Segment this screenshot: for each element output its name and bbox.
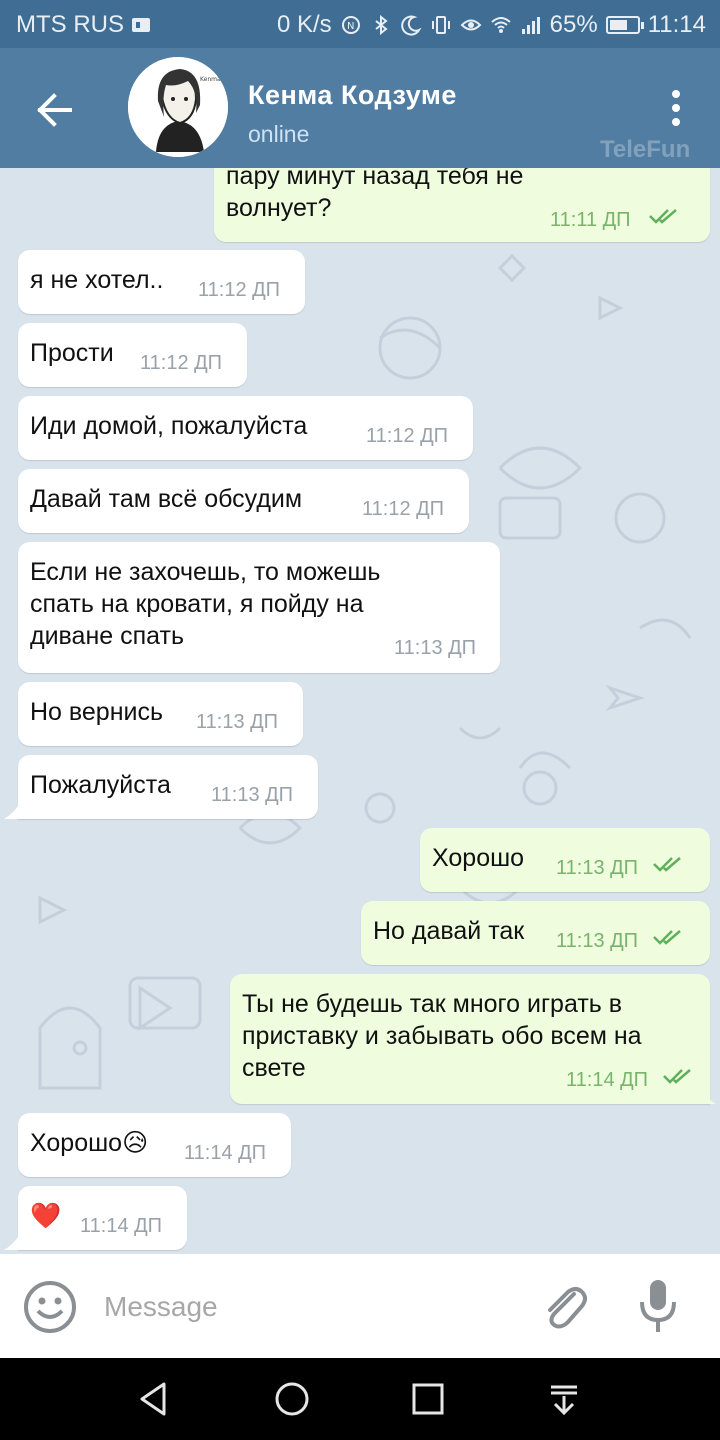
message-text: Иди домой, пожалуйста <box>30 412 308 440</box>
read-double-check-icon <box>649 209 677 224</box>
message-time: 11:12 ДП <box>362 498 445 520</box>
message-bubble-incoming[interactable]: Давай там всё обсудим 11:12 ДП <box>18 469 469 533</box>
read-double-check-icon <box>653 930 681 945</box>
status-bar: MTS RUS 0 K/s N 65% 11:14 <box>0 0 720 48</box>
signal-icon <box>521 17 540 34</box>
read-double-check-icon <box>663 1069 691 1084</box>
microphone-icon[interactable] <box>632 1276 684 1336</box>
attach-paperclip-icon[interactable] <box>536 1278 592 1334</box>
contact-avatar[interactable]: Kenma <box>128 57 228 157</box>
svg-text:N: N <box>347 21 354 32</box>
vibrate-icon <box>431 16 450 34</box>
message-time: 11:13 ДП <box>556 930 639 952</box>
message-text: ❤️ <box>30 1202 62 1230</box>
contact-status: online <box>248 121 310 147</box>
message-bubble-incoming[interactable]: Хорошо😥 11:14 ДП <box>18 1113 291 1177</box>
nav-home-circle-icon[interactable] <box>271 1378 313 1420</box>
nav-notifications-pulldown-icon[interactable] <box>543 1378 585 1420</box>
message-bubble-outgoing[interactable]: Ты не будешь так много играть в приставк… <box>230 974 710 1104</box>
bubble-tail <box>4 1234 20 1250</box>
read-double-check-icon <box>653 857 681 872</box>
wifi-icon <box>491 17 511 33</box>
clock: 11:14 <box>647 11 706 38</box>
message-bubble-outgoing[interactable]: Хорошо 11:13 ДП <box>420 828 710 892</box>
back-arrow-icon[interactable] <box>30 86 78 134</box>
message-bubble-outgoing[interactable]: пару минут назад тебя не волнует? 11:11 … <box>214 168 710 242</box>
data-saver-icon: N <box>341 16 360 34</box>
message-bubble-incoming[interactable]: Прости 11:12 ДП <box>18 323 247 387</box>
battery-percent: 65% <box>549 11 598 38</box>
message-text: Пожалуйста <box>30 771 171 799</box>
message-time: 11:14 ДП <box>184 1142 267 1164</box>
svg-text:Kenma: Kenma <box>200 76 221 83</box>
nav-back-triangle-icon[interactable] <box>134 1378 176 1420</box>
carrier-label: MTS RUS <box>16 11 124 38</box>
message-time: 11:13 ДП <box>196 711 279 733</box>
message-bubble-incoming[interactable]: Если не захочешь, то можешь спать на кро… <box>18 542 500 673</box>
message-time: 11:13 ДП <box>211 784 294 806</box>
message-time: 11:11 ДП <box>550 209 631 231</box>
system-navigation-bar <box>0 1358 720 1440</box>
message-text: я не хотел.. <box>30 266 164 294</box>
battery-icon <box>605 16 644 34</box>
message-bubble-incoming[interactable]: я не хотел.. 11:12 ДП <box>18 250 305 314</box>
message-text: Хорошо😥 <box>30 1129 149 1157</box>
chat-header: Kenma Кенма Кодзуме online TeleFun <box>0 48 720 168</box>
bluetooth-icon <box>375 14 388 36</box>
bubble-tail <box>700 1088 716 1104</box>
do-not-disturb-moon-icon <box>400 15 422 36</box>
message-text: Но давай так <box>373 917 525 945</box>
message-time: 11:14 ДП <box>566 1069 649 1091</box>
message-bubble-incoming[interactable]: Иди домой, пожалуйста 11:12 ДП <box>18 396 473 460</box>
message-list[interactable]: пару минут назад тебя не волнует? 11:11 … <box>0 168 720 1254</box>
message-time: 11:12 ДП <box>198 279 281 301</box>
message-bubble-incoming[interactable]: Но вернись 11:13 ДП <box>18 682 303 746</box>
avatar-illustration: Kenma <box>128 57 228 157</box>
more-options-icon[interactable] <box>662 88 690 128</box>
message-time: 11:13 ДП <box>394 637 477 659</box>
eye-comfort-icon <box>460 19 482 31</box>
contact-name[interactable]: Кенма Кодзуме <box>248 80 457 111</box>
message-time: 11:14 ДП <box>80 1215 163 1237</box>
message-bubble-outgoing[interactable]: Но давай так 11:13 ДП <box>361 901 710 965</box>
message-text: Давай там всё обсудим <box>30 485 303 513</box>
message-text: Но вернись <box>30 698 164 726</box>
message-text: Хорошо <box>432 844 525 872</box>
message-time: 11:12 ДП <box>140 352 223 374</box>
message-time: 11:13 ДП <box>556 857 639 879</box>
nav-recents-square-icon[interactable] <box>407 1378 449 1420</box>
watermark: TeleFun <box>600 136 691 163</box>
message-time: 11:12 ДП <box>366 425 449 447</box>
message-text: Прости <box>30 339 114 367</box>
message-text: Если не захочешь, то можешь спать на кро… <box>30 558 381 650</box>
message-bubble-incoming[interactable]: ❤️ 11:14 ДП <box>18 1186 187 1250</box>
message-input[interactable] <box>104 1284 524 1330</box>
bubble-tail <box>4 803 20 819</box>
sim-card-icon <box>132 18 150 32</box>
message-bubble-incoming[interactable]: Пожалуйста 11:13 ДП <box>18 755 318 819</box>
emoji-smile-icon[interactable] <box>22 1279 78 1335</box>
message-text: пару минут назад тебя не волнует? <box>226 168 524 222</box>
net-speed-label: 0 K/s <box>276 11 332 38</box>
message-composer <box>0 1254 720 1358</box>
